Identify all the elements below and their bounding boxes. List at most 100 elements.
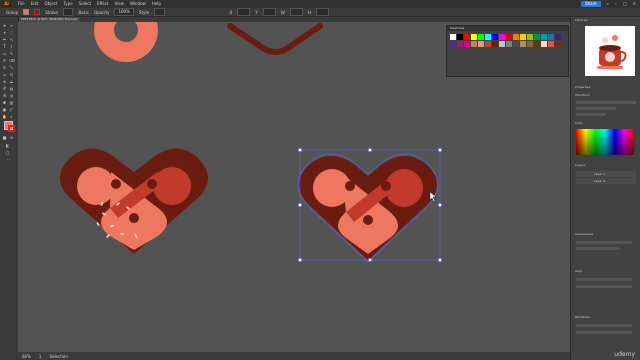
- libraries-tab[interactable]: Libraries: [575, 18, 637, 23]
- menu-window[interactable]: Window: [130, 1, 146, 7]
- color-swatch[interactable]: [492, 41, 498, 47]
- color-swatch[interactable]: [527, 34, 533, 40]
- search-icon[interactable]: ⌕: [607, 1, 609, 7]
- menu-view[interactable]: View: [115, 1, 125, 7]
- close-icon[interactable]: ✕: [633, 1, 636, 7]
- hand-tool-icon[interactable]: ✋: [2, 114, 7, 119]
- color-swatch[interactable]: [471, 34, 477, 40]
- pathfinder-row[interactable]: [576, 331, 632, 334]
- graph-tool-icon[interactable]: ▥: [9, 100, 14, 105]
- color-swatch[interactable]: [499, 41, 505, 47]
- share-button[interactable]: Share: [581, 1, 601, 7]
- stroke-weight-field[interactable]: [62, 8, 74, 16]
- curvature-tool-icon[interactable]: ∿: [9, 37, 14, 42]
- shaper-tool-icon[interactable]: ✐: [2, 58, 7, 63]
- draw-mode-icon[interactable]: ◧: [5, 143, 10, 148]
- rectangle-tool-icon[interactable]: ▭: [2, 51, 7, 56]
- color-swatch[interactable]: [450, 34, 456, 40]
- transform-row[interactable]: [576, 113, 606, 116]
- eraser-tool-icon[interactable]: ⌫: [9, 58, 15, 63]
- color-swatch[interactable]: [499, 34, 505, 40]
- align-row[interactable]: [576, 285, 632, 288]
- menu-object[interactable]: Object: [44, 1, 57, 7]
- paintbrush-tool-icon[interactable]: ✎: [9, 51, 14, 56]
- more-tools-icon[interactable]: ⋯: [5, 157, 10, 162]
- line-tool-icon[interactable]: /: [9, 44, 14, 49]
- zoom-level[interactable]: 66%: [22, 354, 31, 359]
- x-field[interactable]: [237, 8, 251, 16]
- eyedropper-tool-icon[interactable]: ✇: [2, 93, 7, 98]
- color-swatch[interactable]: [506, 41, 512, 47]
- screen-mode-icon[interactable]: ▢: [5, 150, 10, 155]
- menu-type[interactable]: Type: [63, 1, 72, 7]
- slice-tool-icon[interactable]: ◸: [9, 107, 14, 112]
- rotate-tool-icon[interactable]: ↻: [2, 65, 7, 70]
- menu-edit[interactable]: Edit: [31, 1, 39, 7]
- color-spectrum[interactable]: [576, 129, 634, 155]
- color-swatch[interactable]: [513, 41, 519, 47]
- color-swatch[interactable]: [513, 34, 519, 40]
- transform-row[interactable]: [576, 107, 616, 110]
- mesh-tool-icon[interactable]: #: [2, 86, 7, 91]
- free-transform-tool-icon[interactable]: ⊡: [9, 72, 14, 77]
- pen-tool-icon[interactable]: ✒: [2, 37, 7, 42]
- layer-row[interactable]: Layer 1: [576, 171, 636, 177]
- transform-row[interactable]: [576, 101, 636, 104]
- color-swatch[interactable]: [478, 34, 484, 40]
- blend-tool-icon[interactable]: ◎: [9, 93, 14, 98]
- shape-builder-tool-icon[interactable]: ⊕: [2, 79, 7, 84]
- color-swatch[interactable]: [471, 41, 477, 47]
- color-swatch[interactable]: [485, 41, 491, 47]
- color-swatch[interactable]: [450, 41, 456, 47]
- zoom-tool-icon[interactable]: ⌕: [9, 114, 14, 119]
- direct-selection-tool-icon[interactable]: ➢: [9, 23, 14, 28]
- stroke-swatch[interactable]: [34, 9, 41, 15]
- maximize-icon[interactable]: □: [623, 1, 627, 7]
- artboard-tool-icon[interactable]: ▣: [2, 107, 7, 112]
- symbol-sprayer-tool-icon[interactable]: ✺: [2, 100, 7, 105]
- menu-file[interactable]: File: [18, 1, 25, 7]
- w-field[interactable]: [289, 8, 303, 16]
- pathfinder-row[interactable]: [576, 324, 632, 327]
- color-swatch[interactable]: [492, 34, 498, 40]
- color-swatch[interactable]: [548, 41, 554, 47]
- menu-help[interactable]: Help: [152, 1, 161, 7]
- color-swatch[interactable]: [555, 34, 561, 40]
- color-swatch[interactable]: [520, 34, 526, 40]
- appearance-row[interactable]: [576, 241, 632, 244]
- stroke-color-icon[interactable]: [8, 125, 15, 132]
- layers-tab[interactable]: Layers: [575, 163, 637, 168]
- artboard-number[interactable]: 1: [39, 354, 42, 359]
- scale-tool-icon[interactable]: ⤡: [9, 65, 14, 70]
- color-swatch[interactable]: [478, 41, 484, 47]
- brush-label[interactable]: Basic: [78, 10, 89, 15]
- color-swatch[interactable]: [527, 41, 533, 47]
- color-swatch[interactable]: [534, 41, 540, 47]
- color-swatch[interactable]: [534, 34, 540, 40]
- h-field[interactable]: [315, 8, 330, 16]
- width-tool-icon[interactable]: ⇔: [2, 72, 7, 77]
- color-swatch[interactable]: [457, 41, 463, 47]
- minimize-icon[interactable]: –: [615, 1, 617, 7]
- type-tool-icon[interactable]: T: [2, 44, 7, 49]
- gradient-tool-icon[interactable]: ▤: [9, 86, 14, 91]
- properties-tab[interactable]: Properties: [575, 85, 637, 90]
- menu-select[interactable]: Select: [79, 1, 91, 7]
- color-mode-icon[interactable]: ■: [2, 135, 7, 140]
- color-swatch[interactable]: [464, 41, 470, 47]
- none-color-icon[interactable]: ⊘: [9, 135, 14, 140]
- magic-wand-tool-icon[interactable]: ✦: [2, 30, 7, 35]
- menu-effect[interactable]: Effect: [97, 1, 109, 7]
- perspective-tool-icon[interactable]: ⟁: [9, 79, 14, 84]
- color-swatch[interactable]: [541, 41, 547, 47]
- align-row[interactable]: [576, 278, 632, 281]
- fill-swatch[interactable]: [23, 9, 30, 15]
- color-swatch[interactable]: [520, 41, 526, 47]
- layer-row[interactable]: Layer 2: [576, 178, 636, 184]
- selection-tool-icon[interactable]: ➤: [2, 23, 7, 28]
- color-swatch[interactable]: [541, 34, 547, 40]
- lasso-tool-icon[interactable]: ◌: [9, 30, 14, 35]
- color-swatch[interactable]: [485, 34, 491, 40]
- opacity-field[interactable]: 100%: [114, 8, 134, 16]
- color-swatch[interactable]: [464, 34, 470, 40]
